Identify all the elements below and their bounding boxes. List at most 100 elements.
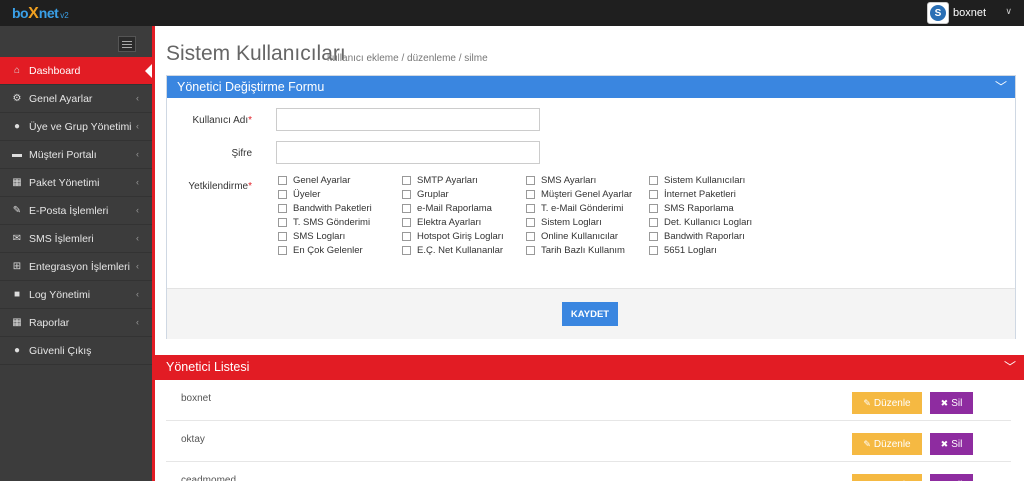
permission-label: 5651 Logları bbox=[664, 245, 717, 256]
checkbox-box[interactable] bbox=[278, 246, 287, 255]
edit-button-label: Düzenle bbox=[873, 438, 911, 450]
delete-button[interactable]: ✖Sil bbox=[930, 433, 973, 455]
list-panel-header[interactable]: Yönetici Listesi ﹀ bbox=[155, 355, 1024, 380]
checkbox-box[interactable] bbox=[402, 190, 411, 199]
sidebar-item-6[interactable]: ✎ E-Posta İşlemleri ‹ bbox=[0, 197, 152, 225]
permission-label: Müşteri Genel Ayarlar bbox=[541, 189, 633, 200]
permission-checkbox[interactable]: T. SMS Gönderimi bbox=[278, 216, 370, 229]
permission-checkbox[interactable]: Online Kullanıcılar bbox=[526, 230, 618, 243]
sidebar-item-label: Paket Yönetimi bbox=[29, 176, 100, 189]
sidebar-item-2[interactable]: ⚙ Genel Ayarlar ‹ bbox=[0, 85, 152, 113]
sidebar-item-8[interactable]: ⊞ Entegrasyon İşlemleri ‹ bbox=[0, 253, 152, 281]
permission-checkbox[interactable]: En Çok Gelenler bbox=[278, 244, 363, 257]
checkbox-box[interactable] bbox=[649, 246, 658, 255]
sidebar-item-9[interactable]: ■ Log Yönetimi ‹ bbox=[0, 281, 152, 309]
user-menu[interactable]: S boxnet bbox=[926, 0, 986, 26]
permission-label: Sistem Kullanıcıları bbox=[664, 175, 746, 186]
permission-checkbox[interactable]: E.Ç. Net Kullananlar bbox=[402, 244, 503, 257]
permission-label: Bandwith Raporları bbox=[664, 231, 745, 242]
checkbox-box[interactable] bbox=[526, 176, 535, 185]
chevron-down-icon[interactable]: ∨ bbox=[1005, 6, 1012, 17]
checkbox-box[interactable] bbox=[402, 246, 411, 255]
password-input[interactable] bbox=[276, 141, 540, 164]
permission-label: T. SMS Gönderimi bbox=[293, 217, 371, 228]
logo-version: v2 bbox=[60, 11, 69, 20]
permission-checkbox[interactable]: SMS Ayarları bbox=[526, 174, 596, 187]
chevron-left-icon: ‹ bbox=[136, 121, 139, 131]
chevron-left-icon: ‹ bbox=[136, 149, 139, 159]
checkbox-box[interactable] bbox=[402, 204, 411, 213]
checkbox-box[interactable] bbox=[278, 232, 287, 241]
permission-checkbox[interactable]: Üyeler bbox=[278, 188, 320, 201]
checkbox-box[interactable] bbox=[526, 232, 535, 241]
username-input[interactable] bbox=[276, 108, 540, 131]
edit-button[interactable]: ✎Düzenle bbox=[852, 392, 922, 414]
username-label: Kullanıcı Adı* bbox=[152, 115, 253, 126]
permission-checkbox[interactable]: Gruplar bbox=[402, 188, 449, 201]
checkbox-box[interactable] bbox=[278, 176, 287, 185]
sidebar-item-3[interactable]: ● Üye ve Grup Yönetimi ‹ bbox=[0, 113, 152, 141]
permission-checkbox[interactable]: SMTP Ayarları bbox=[402, 174, 478, 187]
edit-button[interactable]: ✎Düzenle bbox=[852, 474, 922, 481]
permission-checkbox[interactable]: T. e-Mail Gönderimi bbox=[526, 202, 623, 215]
sidebar-item-10[interactable]: ▦ Raporlar ‹ bbox=[0, 309, 152, 337]
admin-username: boxnet bbox=[181, 393, 212, 404]
admin-username: ceadmomed bbox=[181, 475, 237, 481]
sidebar-item-label: Entegrasyon İşlemleri bbox=[29, 260, 130, 273]
checkbox-box[interactable] bbox=[402, 176, 411, 185]
boxnet-logo[interactable]: bo Xnet v2 bbox=[12, 3, 69, 23]
permission-label: Online Kullanıcılar bbox=[541, 231, 619, 242]
checkbox-box[interactable] bbox=[526, 246, 535, 255]
checkbox-box[interactable] bbox=[278, 218, 287, 227]
checkbox-box[interactable] bbox=[649, 218, 658, 227]
collapse-chevron-icon[interactable]: ﹀ bbox=[995, 76, 1007, 98]
checkbox-box[interactable] bbox=[526, 204, 535, 213]
permission-checkbox[interactable]: Sistem Kullanıcıları bbox=[649, 174, 745, 187]
sidebar-item-4[interactable]: ▬ Müşteri Portalı ‹ bbox=[0, 141, 152, 169]
username-label-text: Kullanıcı Adı bbox=[192, 115, 249, 126]
permission-checkbox[interactable]: 5651 Logları bbox=[649, 244, 717, 257]
permission-checkbox[interactable]: İnternet Paketleri bbox=[649, 188, 736, 201]
permission-checkbox[interactable]: Hotspot Giriş Logları bbox=[402, 230, 504, 243]
delete-button[interactable]: ✖Sil bbox=[930, 474, 973, 481]
sidebar-item-label: Log Yönetimi bbox=[29, 288, 91, 301]
hamburger-line bbox=[122, 40, 132, 42]
permission-checkbox[interactable]: Genel Ayarlar bbox=[278, 174, 350, 187]
permission-checkbox[interactable]: Elektra Ayarları bbox=[402, 216, 481, 229]
permission-checkbox[interactable]: e-Mail Raporlama bbox=[402, 202, 492, 215]
checkbox-box[interactable] bbox=[649, 176, 658, 185]
delete-button[interactable]: ✖Sil bbox=[930, 392, 973, 414]
checkbox-box[interactable] bbox=[649, 232, 658, 241]
collapse-chevron-icon[interactable]: ﹀ bbox=[1004, 355, 1016, 380]
permission-label: E.Ç. Net Kullananlar bbox=[417, 245, 504, 256]
checkbox-box[interactable] bbox=[526, 218, 535, 227]
permission-checkbox[interactable]: Bandwith Paketleri bbox=[278, 202, 372, 215]
permission-label: Sistem Logları bbox=[541, 217, 602, 228]
checkbox-box[interactable] bbox=[649, 190, 658, 199]
edit-button[interactable]: ✎Düzenle bbox=[852, 433, 922, 455]
permission-checkbox[interactable]: Tarih Bazlı Kullanım bbox=[526, 244, 625, 257]
user-icon: ● bbox=[13, 345, 21, 356]
checkbox-box[interactable] bbox=[526, 190, 535, 199]
checkbox-box[interactable] bbox=[278, 204, 287, 213]
checkbox-box[interactable] bbox=[278, 190, 287, 199]
checkbox-box[interactable] bbox=[649, 204, 658, 213]
permission-checkbox[interactable]: Det. Kullanıcı Logları bbox=[649, 216, 752, 229]
checkbox-box[interactable] bbox=[402, 232, 411, 241]
permission-checkbox[interactable]: Sistem Logları bbox=[526, 216, 602, 229]
checkbox-box[interactable] bbox=[402, 218, 411, 227]
sidebar-item-7[interactable]: ✉ SMS İşlemleri ‹ bbox=[0, 225, 152, 253]
permission-checkbox[interactable]: Müşteri Genel Ayarlar bbox=[526, 188, 632, 201]
permission-checkbox[interactable]: SMS Raporlama bbox=[649, 202, 734, 215]
sidebar-toggle-button[interactable] bbox=[118, 36, 136, 52]
permission-checkbox[interactable]: SMS Logları bbox=[278, 230, 345, 243]
permission-checkbox[interactable]: Bandwith Raporları bbox=[649, 230, 745, 243]
sidebar-item-5[interactable]: ▦ Paket Yönetimi ‹ bbox=[0, 169, 152, 197]
avatar: S bbox=[926, 2, 949, 24]
form-panel-header[interactable]: Yönetici Değiştirme Formu ﹀ bbox=[167, 76, 1015, 98]
delete-button-label: Sil bbox=[951, 397, 963, 409]
sidebar-item-11[interactable]: ● Güvenli Çıkış bbox=[0, 337, 152, 365]
sidebar-item-1[interactable]: ⌂ Dashboard bbox=[0, 57, 152, 85]
save-button[interactable]: KAYDET bbox=[562, 302, 618, 326]
logo-text-end: net bbox=[38, 5, 59, 21]
